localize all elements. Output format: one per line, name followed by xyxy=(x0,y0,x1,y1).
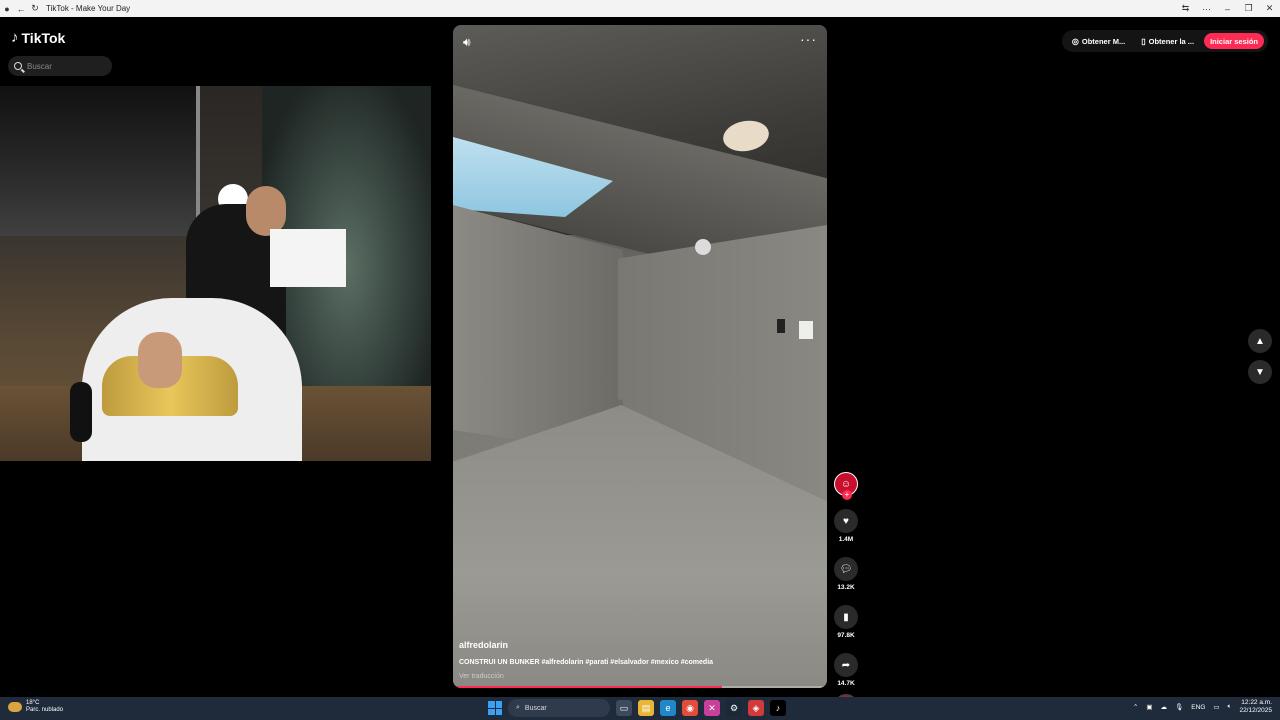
softbox-light xyxy=(270,229,346,287)
comment-icon: 💬︎ xyxy=(839,563,853,575)
refresh-icon[interactable]: ↻ xyxy=(28,0,42,17)
video-switch xyxy=(777,319,785,333)
taskbar-search-icon: ⌕ xyxy=(516,704,520,711)
login-button[interactable]: Iniciar sesión xyxy=(1204,33,1264,49)
weather-desc: Parc. nublado xyxy=(26,707,64,713)
file-explorer-icon[interactable]: ▤ xyxy=(638,700,654,716)
back-icon[interactable]: ← xyxy=(14,0,28,17)
minimize-button[interactable]: – xyxy=(1217,0,1238,17)
tiktok-note-icon: ♪ xyxy=(11,29,19,46)
search-input[interactable]: Buscar xyxy=(8,56,112,76)
heart-icon: ♥ xyxy=(843,515,849,527)
search-icon xyxy=(14,62,22,70)
follow-plus-icon[interactable]: + xyxy=(842,490,852,500)
tiktok-taskbar-icon[interactable]: ♪ xyxy=(770,700,786,716)
clock-date: 22/12/2025 xyxy=(1239,707,1272,714)
taskbar-apps: ⌕ Buscar ▭ ▤ e ◉ ✕ ⚙ ◈ ♪ xyxy=(488,699,786,717)
task-view-icon[interactable]: ▭ xyxy=(616,700,632,716)
volume-icon[interactable]: 🔊︎ xyxy=(463,35,471,50)
author-avatar[interactable]: ☺ + xyxy=(834,472,858,500)
translate-icon[interactable]: ⇆ xyxy=(1175,0,1196,17)
background-window xyxy=(0,86,200,236)
close-button[interactable]: ✕ xyxy=(1259,0,1280,17)
like-button[interactable]: ♥ xyxy=(834,509,858,533)
microphone xyxy=(70,382,92,442)
avatar-figure-icon: ☺ xyxy=(840,478,852,490)
volume-tray-icon[interactable]: 🔈︎ xyxy=(1228,703,1232,711)
app-icon: ● xyxy=(4,3,10,14)
stream-camera-overlay xyxy=(0,86,431,461)
get-app-label: Obtener M... xyxy=(1081,36,1126,46)
more-options-icon[interactable]: ··· xyxy=(800,31,817,47)
clock-time: 12:22 a.m. xyxy=(1241,699,1272,706)
translate-link[interactable]: Ver traducción xyxy=(459,673,819,680)
video-author[interactable]: alfredolarin xyxy=(459,640,819,650)
like-count: 1.4M xyxy=(838,536,854,543)
clock[interactable]: 12:22 a.m. 22/12/2025 xyxy=(1239,699,1272,715)
capcut-icon[interactable]: ✕ xyxy=(704,700,720,716)
save-button[interactable]: ▮ xyxy=(834,605,858,629)
next-video-button[interactable]: ▼ xyxy=(1248,360,1272,384)
onedrive-icon[interactable]: ☁ xyxy=(1161,703,1168,711)
video-outlet xyxy=(799,321,813,339)
video-fixture xyxy=(695,239,711,255)
video-progress-fill xyxy=(453,686,723,688)
start-button[interactable] xyxy=(488,701,502,715)
mic-icon[interactable]: 🎙︎ xyxy=(1175,703,1183,711)
tiktok-logo[interactable]: ♪ TikTok xyxy=(11,29,65,46)
phone-icon: ▯ xyxy=(1141,36,1146,46)
weather-icon xyxy=(8,702,22,712)
more-menu-icon[interactable]: ··· xyxy=(1196,0,1217,17)
video-caption: alfredolarin CONSTRUI UN BUNKER #alfredo… xyxy=(459,640,819,680)
get-desktop-label: Obtener la ... xyxy=(1148,36,1195,46)
bookmark-icon: ▮ xyxy=(843,611,849,623)
tray-expand-icon[interactable]: ⌃ xyxy=(1133,703,1138,711)
taskbar-search-label: Buscar xyxy=(524,704,547,712)
network-icon[interactable]: ▭ xyxy=(1213,703,1219,711)
title-bar: ● ← ↻ TikTok - Make Your Day ⇆ ··· – ❐ ✕ xyxy=(0,0,1280,17)
previous-video-button[interactable]: ▲ xyxy=(1248,329,1272,353)
action-bar: ☺ + ♥ 1.4M 💬︎ 13.2K ▮ 97.8K ➦ 14.7K xyxy=(833,472,859,718)
get-app-button[interactable]: ◎ Obtener M... xyxy=(1066,32,1131,50)
chevron-down-icon: ▼ xyxy=(1255,366,1265,378)
app-icon: ◎ xyxy=(1071,36,1079,46)
comment-count: 13.2K xyxy=(837,584,855,591)
chrome-icon[interactable]: ◉ xyxy=(682,700,698,716)
steam-icon[interactable]: ⚙ xyxy=(726,700,742,716)
system-tray: ⌃ ▣ ☁ 🎙︎ ENG ▭ 🔈︎ 12:22 a.m. 22/12/2025 xyxy=(1133,699,1272,715)
share-button[interactable]: ➦ xyxy=(834,653,858,677)
weather-widget[interactable]: 18°C Parc. nublado xyxy=(8,700,63,714)
search-placeholder: Buscar xyxy=(27,61,52,71)
video-player[interactable]: 🔊︎ ··· alfredolarin CONSTRUI UN BUNKER #… xyxy=(453,25,827,688)
get-desktop-button[interactable]: ▯ Obtener la ... xyxy=(1135,32,1200,50)
logo-text: TikTok xyxy=(21,29,66,46)
chevron-up-icon: ▲ xyxy=(1255,335,1265,347)
save-count: 97.8K xyxy=(837,632,855,639)
weather-temp: 18°C xyxy=(26,700,40,706)
edge-icon[interactable]: e xyxy=(660,700,676,716)
top-actions: ◎ Obtener M... ▯ Obtener la ... Iniciar … xyxy=(1061,30,1268,52)
share-icon: ➦ xyxy=(841,659,851,671)
taskbar-search[interactable]: ⌕ Buscar xyxy=(508,699,610,717)
language-indicator[interactable]: ENG xyxy=(1191,704,1205,711)
login-label: Iniciar sesión xyxy=(1210,36,1258,46)
restore-button[interactable]: ❐ xyxy=(1238,0,1259,17)
game-app-icon[interactable]: ◈ xyxy=(748,700,764,716)
streamer-head xyxy=(138,332,182,388)
share-count: 14.7K xyxy=(837,680,855,687)
video-description: CONSTRUI UN BUNKER #alfredolarin #parati… xyxy=(459,659,714,666)
tray-app-icon[interactable]: ▣ xyxy=(1146,703,1152,711)
video-progress-bar[interactable] xyxy=(453,686,827,688)
taskbar: 18°C Parc. nublado ⌕ Buscar ▭ ▤ e ◉ ✕ ⚙ … xyxy=(0,697,1280,720)
comment-button[interactable]: 💬︎ xyxy=(834,557,858,581)
window-title: TikTok - Make Your Day xyxy=(46,4,131,13)
